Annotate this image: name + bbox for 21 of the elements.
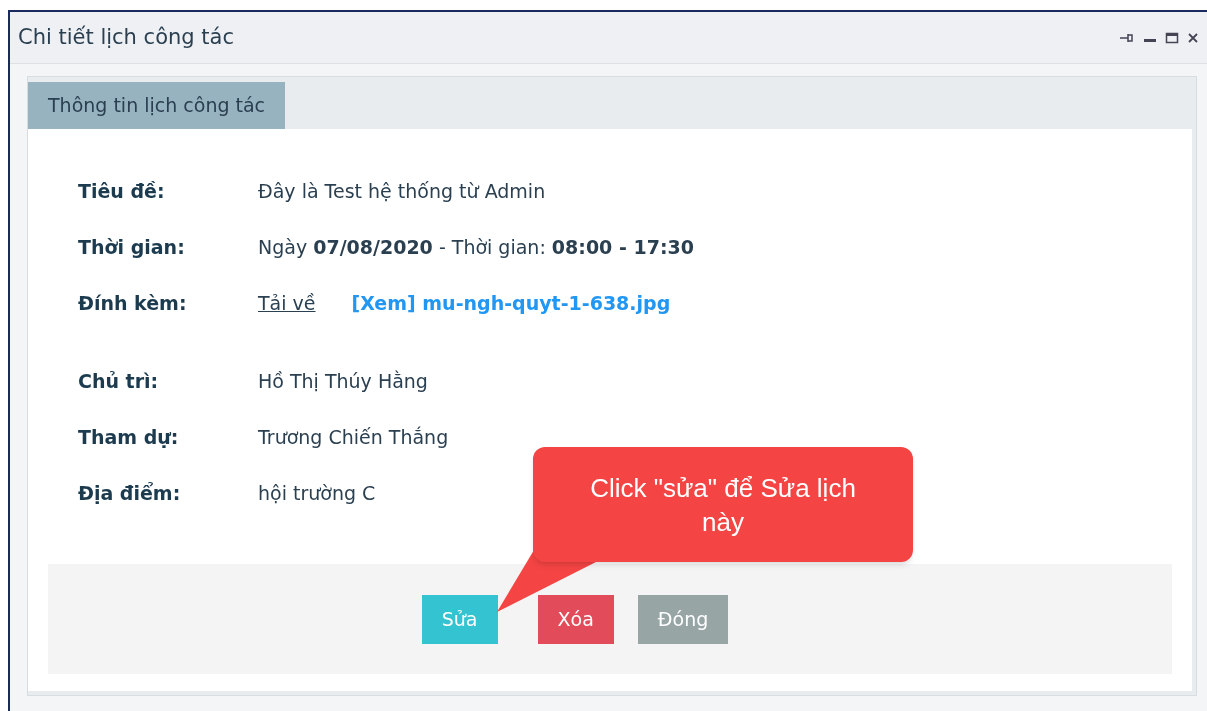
- edit-button[interactable]: Sửa: [421, 594, 498, 644]
- pin-icon[interactable]: [1119, 31, 1135, 44]
- field-value: Trương Chiến Thắng: [258, 424, 449, 450]
- field-label: Tiêu đề:: [78, 178, 166, 204]
- field-value: Đây là Test hệ thống từ Admin: [258, 178, 546, 204]
- field-label: Tham dự:: [78, 424, 180, 450]
- field-value: Hồ Thị Thúy Hằng: [258, 368, 428, 394]
- field-label: Thời gian:: [78, 234, 186, 260]
- field-label: Đính kèm:: [78, 290, 188, 316]
- field-value: Ngày 07/08/2020 - Thời gian: 08:00 - 17:30: [258, 234, 694, 260]
- window-title: Chi tiết lịch công tác: [18, 23, 235, 51]
- field-value: hội trường C: [258, 480, 376, 506]
- field-label: Địa điểm:: [78, 480, 182, 506]
- download-link[interactable]: Tải về: [258, 288, 316, 318]
- field-label: Chủ trì:: [78, 368, 160, 394]
- close-icon[interactable]: [1187, 31, 1199, 44]
- file-link[interactable]: [Xem] mu-ngh-quyt-1-638.jpg: [351, 288, 671, 318]
- maximize-icon[interactable]: [1165, 31, 1179, 44]
- delete-button[interactable]: Xóa: [537, 594, 614, 644]
- tab[interactable]: Thông tin lịch công tác: [28, 82, 286, 129]
- close-button[interactable]: Đóng: [637, 594, 729, 644]
